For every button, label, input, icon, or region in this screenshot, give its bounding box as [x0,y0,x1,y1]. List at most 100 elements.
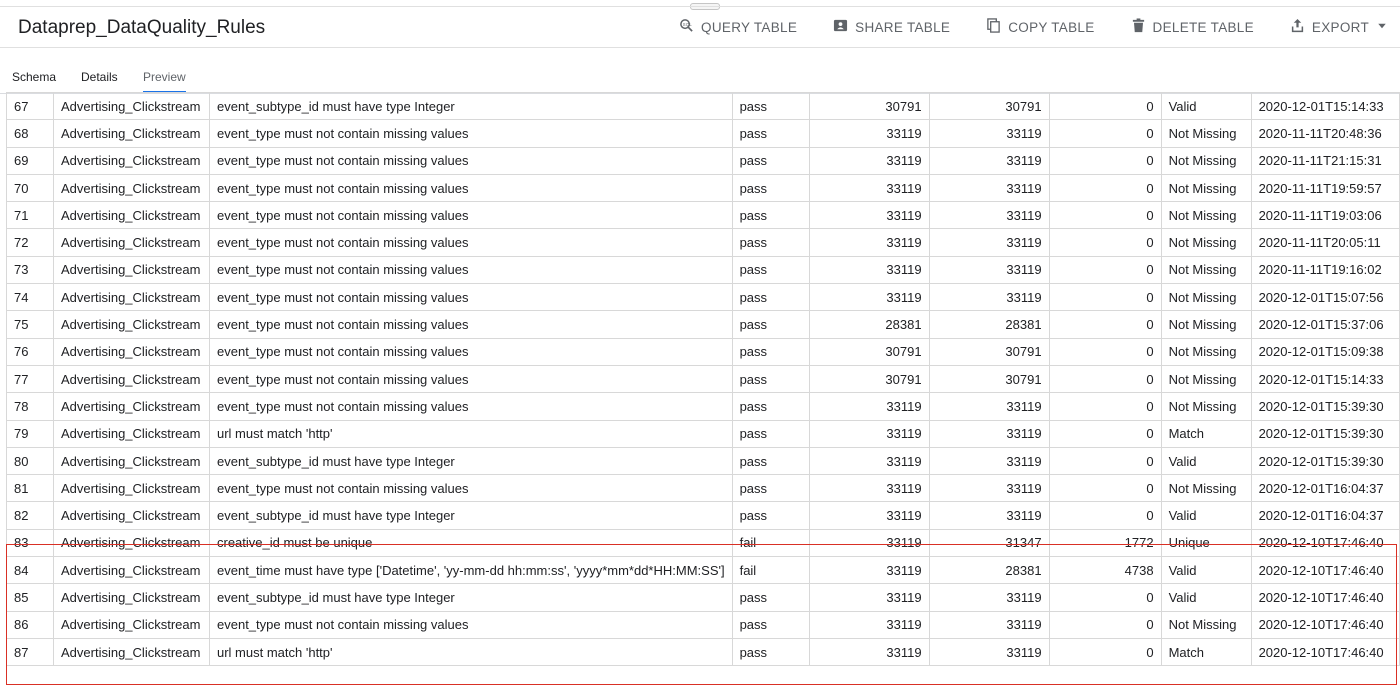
valid-cell: 33119 [928,146,1050,175]
invalid-cell: 0 [1048,173,1162,203]
status-cell: Not Missing [1160,364,1252,394]
result-cell: pass [731,283,810,312]
status-cell: Not Missing [1160,474,1252,503]
timestamp-cell: 2020-12-01T15:14:33 [1250,364,1400,394]
dataset-name: Advertising_Clickstream [53,255,210,285]
total-cell: 33119 [808,610,930,639]
invalid-cell: 0 [1048,419,1162,448]
invalid-cell: 0 [1048,283,1162,312]
row-number: 83 [6,528,54,558]
status-cell: Not Missing [1160,146,1252,175]
valid-cell: 33119 [928,474,1050,503]
total-cell: 33119 [808,146,930,175]
valid-cell: 33119 [928,201,1050,230]
valid-cell: 31347 [928,528,1050,558]
rule-cell: event_subtype_id must have type Integer [209,501,733,530]
invalid-cell: 0 [1048,255,1162,285]
rule-cell: event_type must not contain missing valu… [209,364,733,394]
rule-cell: event_type must not contain missing valu… [209,146,733,175]
row-number: 87 [6,637,54,667]
dataset-name: Advertising_Clickstream [53,283,210,312]
timestamp-cell: 2020-12-01T15:39:30 [1250,392,1400,421]
export-button[interactable]: EXPORT [1272,18,1388,36]
timestamp-cell: 2020-12-01T16:04:37 [1250,474,1400,503]
timestamp-cell: 2020-12-01T15:39:30 [1250,446,1400,476]
table-row: 73 Advertising_Clickstream event_type must… [6,255,1400,285]
total-cell: 33119 [808,556,930,585]
copy-table-label: COPY TABLE [1008,19,1095,35]
table-row: 81 Advertising_Clickstream event_type must… [6,474,1400,503]
valid-cell: 33119 [928,446,1050,476]
delete-table-label: DELETE TABLE [1152,19,1254,35]
share-icon [833,18,848,36]
status-cell: Match [1160,419,1252,448]
invalid-cell: 0 [1048,364,1162,394]
rule-cell: event_subtype_id must have type Integer [209,583,733,612]
total-cell: 30791 [808,337,930,366]
table-row: 76 Advertising_Clickstream event_type must… [6,337,1400,366]
tab-schema[interactable]: Schema [12,70,56,84]
query-table-button[interactable]: SQL QUERY TABLE [661,18,815,36]
tab-preview[interactable]: Preview [143,70,186,93]
timestamp-cell: 2020-12-01T15:37:06 [1250,310,1400,339]
result-cell: pass [731,201,810,230]
row-number: 73 [6,255,54,285]
result-cell: pass [731,419,810,448]
valid-cell: 30791 [928,337,1050,366]
valid-cell: 33119 [928,583,1050,612]
rule-cell: event_type must not contain missing valu… [209,310,733,339]
total-cell: 30791 [808,91,930,121]
table-row: 75 Advertising_Clickstream event_type must… [6,310,1400,339]
table-row: 70 Advertising_Clickstream event_type must… [6,173,1400,203]
total-cell: 33119 [808,474,930,503]
table-header-bar: Dataprep_DataQuality_Rules SQL QUERY TAB… [0,6,1400,48]
valid-cell: 28381 [928,556,1050,585]
total-cell: 30791 [808,364,930,394]
result-cell: pass [731,91,810,121]
timestamp-cell: 2020-11-11T19:16:02 [1250,255,1400,285]
result-cell: pass [731,446,810,476]
result-cell: pass [731,392,810,421]
share-table-label: SHARE TABLE [855,19,951,35]
row-number: 75 [6,310,54,339]
row-number: 86 [6,610,54,639]
row-number: 70 [6,173,54,203]
rule-cell: event_type must not contain missing valu… [209,119,733,148]
row-number: 82 [6,501,54,530]
timestamp-cell: 2020-12-10T17:46:40 [1250,583,1400,612]
total-cell: 33119 [808,419,930,448]
status-cell: Unique [1160,528,1252,558]
dataset-name: Advertising_Clickstream [53,610,210,639]
row-number: 68 [6,119,54,148]
dataset-name: Advertising_Clickstream [53,201,210,230]
dataset-name: Advertising_Clickstream [53,91,210,121]
copy-table-button[interactable]: COPY TABLE [968,18,1112,36]
dataset-name: Advertising_Clickstream [53,501,210,530]
dataset-name: Advertising_Clickstream [53,392,210,421]
total-cell: 33119 [808,446,930,476]
valid-cell: 33119 [928,228,1050,257]
valid-cell: 33119 [928,173,1050,203]
timestamp-cell: 2020-12-10T17:46:40 [1250,610,1400,639]
status-cell: Not Missing [1160,173,1252,203]
export-icon [1290,18,1305,36]
status-cell: Not Missing [1160,228,1252,257]
invalid-cell: 0 [1048,392,1162,421]
rule-cell: event_type must not contain missing valu… [209,610,733,639]
table-row: 84 Advertising_Clickstream event_time must… [6,556,1400,585]
valid-cell: 33119 [928,501,1050,530]
result-cell: pass [731,610,810,639]
dataset-name: Advertising_Clickstream [53,556,210,585]
delete-table-button[interactable]: DELETE TABLE [1113,18,1272,36]
invalid-cell: 1772 [1048,528,1162,558]
status-cell: Valid [1160,501,1252,530]
dataset-name: Advertising_Clickstream [53,446,210,476]
row-number: 74 [6,283,54,312]
tab-details[interactable]: Details [81,70,118,84]
result-cell: pass [731,501,810,530]
dataset-name: Advertising_Clickstream [53,337,210,366]
share-table-button[interactable]: SHARE TABLE [815,18,968,36]
total-cell: 33119 [808,392,930,421]
valid-cell: 33119 [928,419,1050,448]
status-cell: Valid [1160,583,1252,612]
